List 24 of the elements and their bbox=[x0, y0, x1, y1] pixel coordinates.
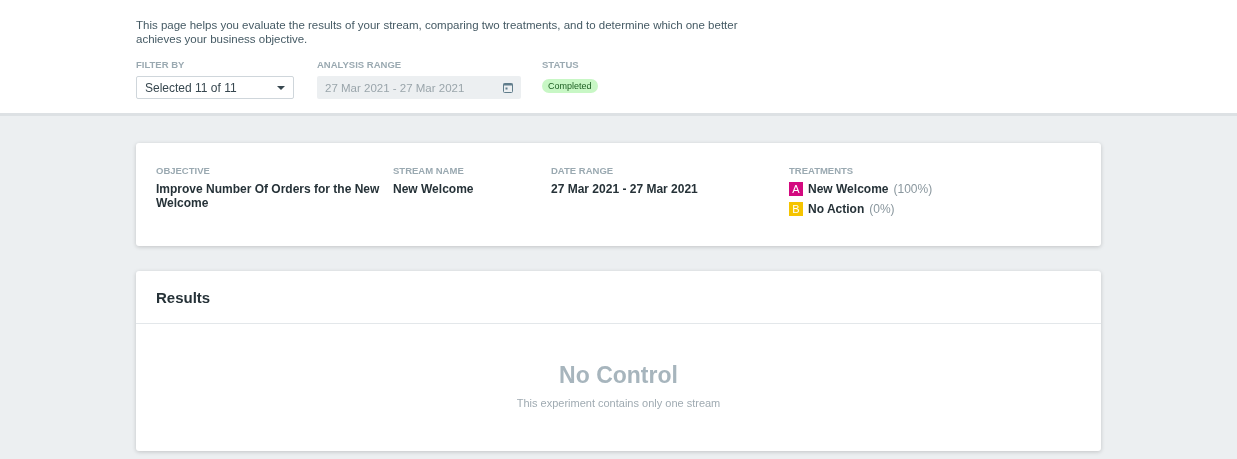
treatment-name: No Action bbox=[808, 202, 865, 216]
filter-label: FILTER BY bbox=[136, 59, 185, 70]
treatment-name: New Welcome bbox=[808, 182, 889, 196]
treatment-badge: B bbox=[789, 202, 803, 216]
date-range-label: DATE RANGE bbox=[551, 165, 614, 176]
date-range-value: 27 Mar 2021 - 27 Mar 2021 bbox=[551, 182, 698, 196]
treatments-label: TREATMENTS bbox=[789, 165, 854, 176]
analysis-range-label: ANALYSIS RANGE bbox=[317, 59, 402, 70]
objective-label: OBJECTIVE bbox=[156, 165, 210, 176]
status-label: STATUS bbox=[542, 59, 579, 70]
treatment-badge: A bbox=[789, 182, 803, 196]
empty-state-title: No Control bbox=[559, 362, 678, 389]
stream-name-label: STREAM NAME bbox=[393, 165, 464, 176]
calendar-icon bbox=[503, 82, 513, 93]
treatment-share: (100%) bbox=[893, 182, 933, 196]
empty-state-text: This experiment contains only one stream bbox=[516, 397, 721, 409]
treatment-share: (0%) bbox=[869, 202, 895, 216]
caret-icon bbox=[277, 85, 285, 90]
results-title: Results bbox=[156, 288, 211, 306]
status-badge: Completed bbox=[542, 79, 598, 93]
filter-select[interactable]: Selected 11 of 11 bbox=[136, 76, 294, 99]
stream-name-value: New Welcome bbox=[393, 182, 474, 196]
page-description: This page helps you evaluate the results of your stream, comparing two treatments, and to determine which one better achieves your business objective. bbox=[136, 18, 739, 46]
objective-value: Improve Number Of Orders for the New Welcome bbox=[156, 182, 381, 210]
